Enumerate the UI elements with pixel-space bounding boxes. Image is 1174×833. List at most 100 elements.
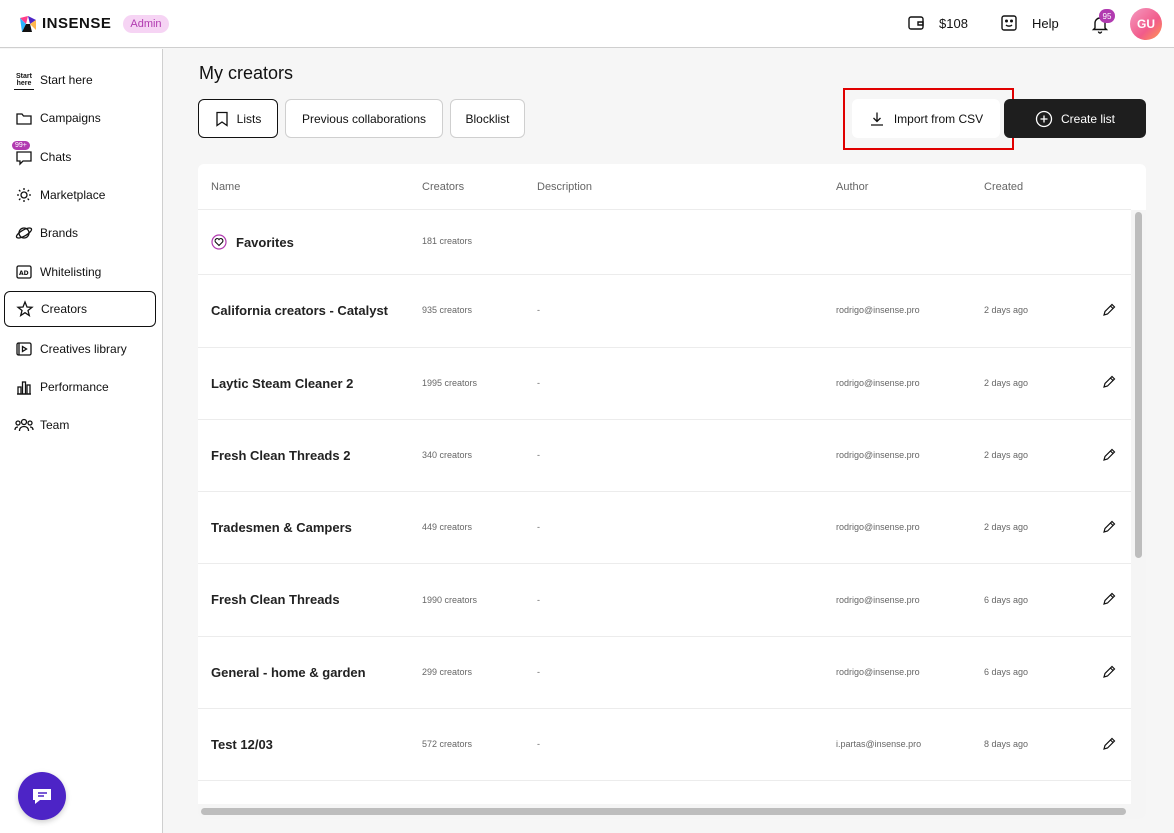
balance-amount: $108 bbox=[939, 15, 968, 31]
edit-pencil-icon[interactable] bbox=[1102, 592, 1116, 606]
start-icon-line1: Start bbox=[16, 72, 32, 80]
sidebar-item-label: Chats bbox=[40, 150, 72, 164]
row-description: - bbox=[537, 595, 540, 605]
table-row[interactable]: Fresh Clean Threads 2 340 creators - rod… bbox=[198, 420, 1131, 492]
table-row[interactable]: Fresh Clean Threads 1990 creators - rodr… bbox=[198, 564, 1131, 637]
sidebar-item-whitelisting[interactable]: AD Whitelisting bbox=[4, 254, 156, 290]
row-creators-count: 1995 creators bbox=[422, 378, 478, 388]
row-name-cell: Tradesmen & Campers bbox=[211, 520, 352, 535]
edit-pencil-icon[interactable] bbox=[1102, 520, 1116, 534]
row-name-cell: Fresh Clean Threads 2 bbox=[211, 448, 350, 463]
row-creators-count: 1990 creators bbox=[422, 595, 478, 605]
edit-pencil-icon[interactable] bbox=[1102, 303, 1116, 317]
edit-pencil-icon[interactable] bbox=[1102, 448, 1116, 462]
sidebar: Start here Start here Campaigns 99+ Chat… bbox=[0, 49, 163, 833]
video-library-icon bbox=[14, 339, 34, 359]
sidebar-item-label: Creatives library bbox=[40, 342, 127, 356]
support-chat-button[interactable] bbox=[18, 772, 66, 820]
horizontal-scrollbar-thumb[interactable] bbox=[201, 808, 1126, 815]
wallet-balance[interactable]: $108 bbox=[907, 14, 968, 32]
row-name-cell: Fresh Clean Threads bbox=[211, 592, 340, 607]
sidebar-item-label: Campaigns bbox=[40, 111, 101, 125]
bookmark-icon bbox=[216, 111, 228, 127]
sidebar-item-brands[interactable]: Brands bbox=[4, 215, 156, 251]
sidebar-item-label: Creators bbox=[41, 302, 88, 316]
create-list-button[interactable]: Create list bbox=[1004, 99, 1146, 138]
import-csv-button[interactable]: Import from CSV bbox=[852, 99, 1000, 138]
row-name: Test 12/03 bbox=[211, 737, 273, 752]
vertical-scrollbar-thumb[interactable] bbox=[1135, 212, 1142, 558]
tab-label: Lists bbox=[236, 111, 262, 126]
row-description: - bbox=[537, 667, 540, 677]
sidebar-item-chats[interactable]: 99+ Chats bbox=[4, 139, 156, 175]
edit-pencil-icon[interactable] bbox=[1102, 737, 1116, 751]
folder-icon bbox=[14, 108, 34, 128]
team-icon bbox=[14, 415, 34, 435]
row-author: rodrigo@insense.pro bbox=[836, 595, 920, 605]
column-header-name[interactable]: Name bbox=[211, 181, 240, 193]
sun-icon bbox=[14, 185, 34, 205]
table-row[interactable]: Favorites 181 creators bbox=[198, 210, 1131, 275]
sidebar-item-team[interactable]: Team bbox=[4, 407, 156, 443]
wallet-icon bbox=[908, 16, 924, 30]
row-author: rodrigo@insense.pro bbox=[836, 450, 920, 460]
row-name: Favorites bbox=[236, 234, 294, 250]
start-here-icon: Start here bbox=[14, 70, 34, 90]
table-row[interactable]: Test 12/03 572 creators - i.partas@insen… bbox=[198, 709, 1131, 781]
table-row[interactable]: Laytic Steam Cleaner 2 1995 creators - r… bbox=[198, 348, 1131, 420]
chats-unread-badge: 99+ bbox=[12, 141, 30, 150]
help-label: Help bbox=[1032, 15, 1059, 31]
sidebar-item-label: Brands bbox=[40, 226, 79, 240]
help-face-icon bbox=[1001, 15, 1017, 31]
table-row[interactable]: Tradesmen & Campers 449 creators - rodri… bbox=[198, 492, 1131, 564]
row-created: 2 days ago bbox=[984, 450, 1029, 460]
edit-pencil-icon[interactable] bbox=[1102, 375, 1116, 389]
sidebar-item-creatives-library[interactable]: Creatives library bbox=[4, 331, 156, 367]
brand-name: INSENSE bbox=[42, 15, 112, 32]
import-label: Import from CSV bbox=[893, 111, 984, 126]
row-name-cell: Laytic Steam Cleaner 2 bbox=[211, 376, 353, 391]
column-header-author[interactable]: Author bbox=[836, 181, 868, 193]
sidebar-item-label: Performance bbox=[40, 380, 109, 394]
row-name: Fresh Clean Threads 2 bbox=[211, 448, 351, 463]
logo[interactable]: INSENSE Admin bbox=[18, 14, 169, 34]
row-name: General - home & garden bbox=[211, 665, 366, 680]
row-author: rodrigo@insense.pro bbox=[836, 667, 920, 677]
column-header-description[interactable]: Description bbox=[537, 181, 592, 193]
tab-lists[interactable]: Lists bbox=[198, 99, 278, 138]
row-author: rodrigo@insense.pro bbox=[836, 522, 920, 532]
create-label: Create list bbox=[1060, 111, 1116, 126]
row-created: 2 days ago bbox=[984, 305, 1029, 315]
row-creators-count: 935 creators bbox=[422, 305, 473, 315]
support-chat-icon bbox=[33, 789, 51, 804]
row-creators-count: 572 creators bbox=[422, 739, 473, 749]
row-description: - bbox=[537, 739, 540, 749]
sidebar-item-start-here[interactable]: Start here Start here bbox=[4, 62, 156, 98]
table-row[interactable]: General - home & garden 299 creators - r… bbox=[198, 637, 1131, 709]
avatar[interactable]: GU bbox=[1130, 8, 1162, 40]
page-title: My creators bbox=[199, 63, 294, 83]
heart-icon bbox=[211, 234, 227, 250]
tab-label: Previous collaborations bbox=[301, 111, 427, 126]
notification-count-badge: 95 bbox=[1099, 9, 1115, 23]
creators-lists-table: Name Creators Description Author Created… bbox=[198, 164, 1146, 819]
sidebar-item-marketplace[interactable]: Marketplace bbox=[4, 177, 156, 213]
sidebar-item-label: Team bbox=[40, 418, 70, 432]
tab-blocklist[interactable]: Blocklist bbox=[450, 99, 525, 138]
sidebar-item-creators[interactable]: Creators bbox=[4, 291, 156, 327]
table-row[interactable]: California creators - Catalyst 935 creat… bbox=[198, 275, 1131, 348]
row-name: Laytic Steam Cleaner 2 bbox=[211, 376, 354, 391]
column-header-created[interactable]: Created bbox=[984, 181, 1023, 193]
sidebar-item-campaigns[interactable]: Campaigns bbox=[4, 100, 156, 136]
sidebar-item-performance[interactable]: Performance bbox=[4, 369, 156, 405]
edit-pencil-icon[interactable] bbox=[1102, 665, 1116, 679]
svg-text:AD: AD bbox=[19, 270, 29, 277]
help-button[interactable]: Help bbox=[1000, 14, 1059, 32]
row-creators-count: 299 creators bbox=[422, 667, 473, 677]
tab-previous-collaborations[interactable]: Previous collaborations bbox=[285, 99, 443, 138]
planet-icon bbox=[14, 223, 34, 243]
row-name-cell: Favorites bbox=[211, 234, 294, 250]
chat-icon: 99+ bbox=[12, 141, 34, 167]
row-name-cell: Test 12/03 bbox=[211, 737, 273, 752]
column-header-creators[interactable]: Creators bbox=[422, 181, 464, 193]
